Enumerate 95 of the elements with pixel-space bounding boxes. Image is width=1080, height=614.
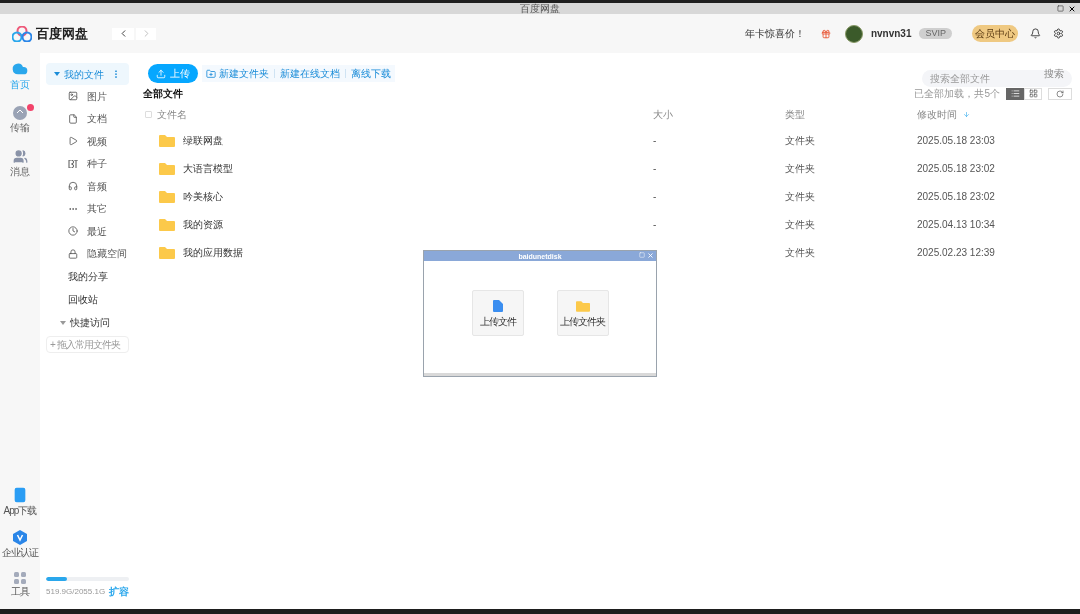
maximize-icon[interactable] bbox=[639, 252, 645, 258]
headphones-icon bbox=[68, 181, 78, 192]
my-files-item[interactable]: 我的文件 bbox=[46, 63, 129, 85]
search-button[interactable]: 搜索 bbox=[1044, 67, 1064, 80]
file-name[interactable]: 绿联网盘 bbox=[183, 132, 223, 148]
file-icon bbox=[492, 299, 503, 312]
table-cell-text: 文件夹 bbox=[785, 161, 816, 176]
table-cell-text: - bbox=[653, 161, 658, 176]
vip-level-badge: SVIP bbox=[919, 28, 952, 39]
back-button[interactable] bbox=[112, 27, 134, 40]
folder-plus-icon bbox=[206, 68, 216, 79]
column-header[interactable]: 文件名 bbox=[157, 107, 187, 122]
list-icon bbox=[1010, 89, 1020, 98]
grid-icon bbox=[14, 572, 26, 584]
grid-icon bbox=[1028, 89, 1038, 98]
toolbar-action[interactable]: 新建在线文档 bbox=[280, 66, 340, 81]
sidebar-item[interactable]: 隐藏空间 bbox=[46, 242, 129, 265]
table-cell-text: 2025.05.18 23:02 bbox=[917, 161, 995, 176]
table-cell-text: 2025.05.18 23:02 bbox=[917, 189, 995, 204]
table-cell-text: 文件夹 bbox=[785, 217, 816, 232]
upload-option-button[interactable]: 上传文件夹 bbox=[556, 290, 609, 336]
quick-access-item[interactable]: 快捷访问 bbox=[70, 315, 110, 330]
notification-icon[interactable] bbox=[1030, 28, 1041, 39]
rail-item[interactable]: 工具 bbox=[11, 572, 29, 597]
table-cell-text: 文件夹 bbox=[785, 189, 816, 204]
sidebar-item[interactable]: 其它 bbox=[46, 197, 129, 220]
cloud-icon bbox=[12, 61, 28, 77]
table-cell-text: 文件夹 bbox=[785, 133, 816, 148]
file-name[interactable]: 我的应用数据 bbox=[183, 244, 243, 260]
folder-icon bbox=[159, 245, 175, 259]
rail-item[interactable]: 传输 bbox=[10, 106, 30, 133]
refresh-icon bbox=[1056, 89, 1064, 98]
rail-item[interactable]: App下载 bbox=[3, 487, 37, 516]
sidebar-item[interactable]: 图片 bbox=[46, 85, 129, 108]
table-cell-text: 2025.02.23 12:39 bbox=[917, 245, 995, 260]
table-cell-text: 文件夹 bbox=[785, 245, 816, 260]
logo-icon bbox=[12, 25, 32, 42]
gift-icon[interactable] bbox=[820, 28, 831, 39]
file-name[interactable]: 我的资源 bbox=[183, 216, 223, 232]
table-cell-text: 2025.05.18 23:03 bbox=[917, 133, 995, 148]
caret-icon[interactable] bbox=[54, 71, 60, 77]
table-cell-text: - bbox=[653, 189, 658, 204]
window-title: 百度网盘 bbox=[520, 3, 560, 14]
breadcrumb: 全部文件 bbox=[143, 87, 183, 101]
sidebar-item[interactable]: 音频 bbox=[46, 175, 129, 198]
sidebar-item[interactable]: 文档 bbox=[46, 107, 129, 130]
close-icon[interactable] bbox=[1068, 4, 1076, 13]
avatar[interactable] bbox=[844, 24, 863, 43]
people-icon bbox=[12, 149, 28, 164]
column-header[interactable]: 修改时间 bbox=[917, 107, 970, 122]
restore-icon[interactable] bbox=[1057, 5, 1064, 12]
play-icon bbox=[68, 136, 78, 147]
sidebar-item[interactable]: 视频 bbox=[46, 130, 129, 153]
rail-item[interactable]: 企业认证 bbox=[2, 530, 38, 558]
document-icon bbox=[68, 113, 78, 124]
load-status: 已全部加载，共5个 bbox=[914, 87, 1000, 101]
storage-usage: 519.9G/2055.1G bbox=[46, 585, 106, 598]
view-toggle[interactable] bbox=[1006, 87, 1024, 100]
upload-option-button[interactable]: 上传文件 bbox=[471, 290, 524, 336]
promo-link[interactable]: 年卡惊喜价！ bbox=[744, 26, 805, 41]
column-header[interactable]: 类型 bbox=[785, 107, 917, 122]
sidebar-item[interactable]: 种子 bbox=[46, 152, 129, 175]
refresh-button[interactable] bbox=[1048, 87, 1072, 100]
table-cell-text: 2025.04.13 10:34 bbox=[917, 217, 995, 232]
sort-arrow-icon bbox=[963, 111, 970, 118]
column-header[interactable]: 大小 bbox=[653, 107, 785, 122]
vip-center-button[interactable]: 会员中心 bbox=[972, 25, 1018, 42]
select-all-checkbox[interactable] bbox=[145, 111, 152, 118]
sidebar-item[interactable]: 回收站 bbox=[46, 288, 129, 311]
table-cell-text: - bbox=[653, 133, 658, 148]
file-name[interactable]: 大语言模型 bbox=[183, 160, 233, 176]
username[interactable]: nvnvn31 bbox=[870, 26, 912, 41]
folder-icon bbox=[575, 299, 590, 312]
bt-icon bbox=[68, 159, 78, 168]
phone-icon bbox=[12, 487, 28, 503]
folder-icon bbox=[159, 133, 175, 147]
toolbar-action[interactable]: 新建文件夹 bbox=[206, 66, 269, 81]
folder-icon bbox=[159, 161, 175, 175]
transfer-icon bbox=[13, 106, 27, 120]
toolbar-action[interactable]: 离线下载 bbox=[351, 66, 391, 81]
image-icon bbox=[68, 91, 78, 102]
sidebar-item[interactable]: 我的分享 bbox=[46, 265, 129, 288]
settings-icon[interactable] bbox=[1053, 28, 1064, 39]
lock-icon bbox=[68, 248, 78, 259]
caret-icon[interactable] bbox=[60, 319, 66, 326]
rail-item[interactable]: 消息 bbox=[10, 149, 30, 177]
file-name[interactable]: 吟美核心 bbox=[183, 188, 223, 204]
table-cell-text: - bbox=[653, 217, 658, 232]
app-logo-text: 百度网盘 bbox=[36, 24, 88, 43]
sidebar-item[interactable]: 最近 bbox=[46, 220, 129, 243]
clock-icon bbox=[68, 226, 78, 237]
folder-icon bbox=[159, 189, 175, 203]
upload-icon bbox=[156, 68, 166, 79]
v-badge-icon bbox=[13, 530, 27, 545]
folder-icon bbox=[159, 217, 175, 231]
